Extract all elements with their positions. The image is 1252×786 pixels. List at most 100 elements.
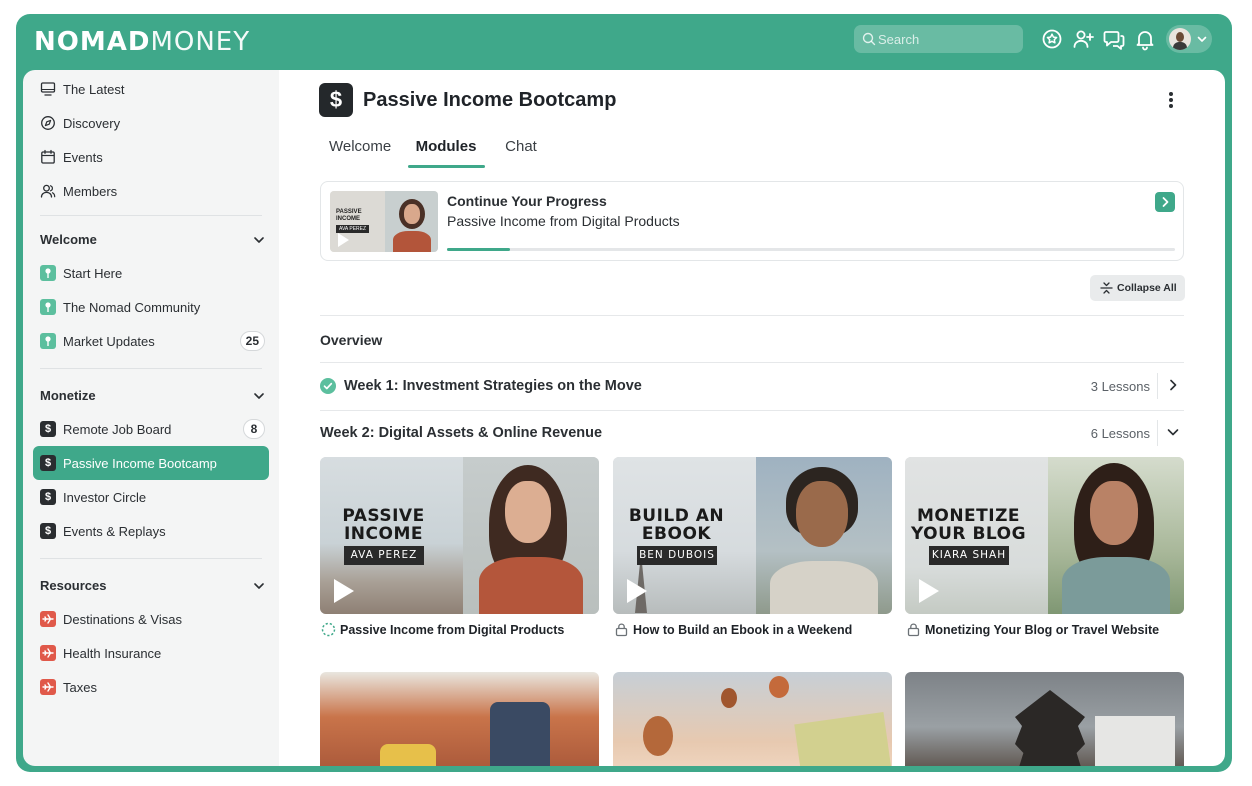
- lesson-thumbnail: BUILD AN EBOOK BEN DUBOIS: [613, 457, 892, 614]
- thumb-name-tag: BEN DUBOIS: [637, 546, 717, 565]
- sidebar-divider: [40, 558, 262, 559]
- sidebar-item-label: Remote Job Board: [63, 422, 172, 437]
- compass-icon: [41, 116, 55, 130]
- progress-title: Continue Your Progress: [447, 193, 607, 209]
- chevron-down-icon: [254, 583, 264, 589]
- main-content: $ Passive Income Bootcamp Welcome Module…: [279, 70, 1225, 766]
- dollar-icon: $: [40, 455, 56, 471]
- sidebar-item-start-here[interactable]: Start Here: [33, 256, 269, 290]
- thumb-line-1: MONETIZE: [916, 506, 1021, 526]
- castle-image: [1015, 690, 1085, 766]
- sidebar-item-discovery[interactable]: Discovery: [33, 106, 269, 140]
- week-title: Week 2: Digital Assets & Online Revenue: [320, 425, 603, 441]
- more-options-icon[interactable]: [1163, 90, 1179, 110]
- sidebar-item-investor-circle[interactable]: $ Investor Circle: [33, 480, 269, 514]
- section-header-monetize[interactable]: Monetize: [40, 386, 266, 406]
- lesson-thumbnail: MONETIZE YOUR BLOG KIARA SHAH: [905, 457, 1184, 614]
- sidebar-item-taxes[interactable]: Taxes: [33, 670, 269, 704]
- sidebar-item-events[interactable]: Events: [33, 140, 269, 174]
- sidebar: The Latest Discovery Events Members Welc…: [23, 70, 279, 766]
- sidebar-item-label: Taxes: [63, 680, 97, 695]
- lesson-count: 3 Lessons: [1090, 379, 1150, 394]
- separator: [1157, 373, 1158, 399]
- balloon-image: [721, 688, 737, 708]
- top-bar: NOMADMONEY: [16, 14, 1232, 70]
- plane-icon: [40, 645, 56, 661]
- collapse-all-label: Collapse All: [1117, 282, 1177, 294]
- chevron-down-icon: [254, 237, 264, 243]
- lesson-card[interactable]: [320, 672, 599, 766]
- brand-logo[interactable]: NOMADMONEY: [34, 27, 250, 57]
- passport-image: [1095, 716, 1175, 766]
- lock-icon: [907, 623, 920, 637]
- section-header-resources[interactable]: Resources: [40, 576, 266, 596]
- plane-icon: [40, 679, 56, 695]
- sidebar-item-destinations-visas[interactable]: Destinations & Visas: [33, 602, 269, 636]
- members-icon: [40, 184, 56, 198]
- sidebar-item-health-insurance[interactable]: Health Insurance: [33, 636, 269, 670]
- sidebar-item-label: The Latest: [63, 82, 125, 97]
- collapse-all-button[interactable]: Collapse All: [1090, 275, 1185, 301]
- lesson-title: How to Build an Ebook in a Weekend: [633, 623, 853, 637]
- page-title: Passive Income Bootcamp: [363, 89, 617, 111]
- app-window: NOMADMONEY The Latest Discovery Event: [16, 14, 1232, 772]
- thumb-name-tag: KIARA SHAH: [929, 546, 1009, 565]
- play-icon: [627, 579, 647, 603]
- dollar-icon: $: [40, 421, 56, 437]
- continue-button[interactable]: [1155, 192, 1175, 212]
- phone-image: [490, 702, 550, 766]
- user-menu[interactable]: [1166, 25, 1212, 53]
- overview-heading: Overview: [320, 332, 383, 348]
- week-title: Week 1: Investment Strategies on the Mov…: [344, 378, 642, 394]
- tab-welcome[interactable]: Welcome: [329, 138, 391, 168]
- search-box[interactable]: [854, 25, 1023, 53]
- in-progress-icon: [321, 622, 336, 637]
- messages-icon[interactable]: [1102, 27, 1126, 51]
- monitor-icon: [40, 82, 56, 96]
- balloon-image: [643, 716, 673, 756]
- sidebar-item-label: The Nomad Community: [63, 300, 201, 315]
- separator: [1157, 420, 1158, 446]
- thumb-name: AVA PEREZ: [336, 225, 370, 233]
- tab-chat[interactable]: Chat: [501, 138, 541, 168]
- sidebar-item-label: Health Insurance: [63, 646, 162, 661]
- dollar-icon: $: [40, 489, 56, 505]
- sidebar-item-remote-job-board[interactable]: $ Remote Job Board 8: [33, 412, 269, 446]
- sidebar-item-label: Members: [63, 184, 118, 199]
- chevron-down-icon: [1197, 36, 1207, 42]
- lesson-title: Passive Income from Digital Products: [340, 623, 565, 637]
- sidebar-item-label: Events: [63, 150, 103, 165]
- thumb-line-2: INCOME: [343, 524, 423, 544]
- sidebar-item-passive-income-bootcamp[interactable]: $ Passive Income Bootcamp: [33, 446, 269, 480]
- banknotes-image: [794, 712, 892, 766]
- logo-light-text: MONEY: [150, 27, 251, 57]
- sidebar-item-members[interactable]: Members: [33, 174, 269, 208]
- sidebar-item-the-latest[interactable]: The Latest: [33, 72, 269, 106]
- section-title: Monetize: [40, 388, 96, 403]
- search-input[interactable]: [878, 29, 1018, 49]
- lesson-card[interactable]: [613, 672, 892, 766]
- count-badge: 25: [239, 331, 265, 351]
- play-icon: [338, 233, 349, 247]
- logo-bold-text: NOMAD: [34, 27, 151, 57]
- section-header-welcome[interactable]: Welcome: [40, 230, 266, 250]
- section-title: Resources: [40, 578, 107, 593]
- add-user-icon[interactable]: [1071, 27, 1095, 51]
- sidebar-item-the-nomad-community[interactable]: The Nomad Community: [33, 290, 269, 324]
- play-icon: [919, 579, 939, 603]
- continue-progress-card[interactable]: PASSIVE INCOME AVA PEREZ Continue Your P…: [320, 181, 1184, 261]
- lesson-title: Monetizing Your Blog or Travel Website: [925, 623, 1160, 637]
- sidebar-item-events-replays[interactable]: $ Events & Replays: [33, 514, 269, 548]
- sidebar-item-market-updates[interactable]: Market Updates 25: [33, 324, 269, 358]
- tab-modules[interactable]: Modules: [415, 138, 477, 168]
- week-row[interactable]: Week 2: Digital Assets & Online Revenue …: [320, 410, 1184, 456]
- thumb-line-1: PASSIVE: [342, 506, 425, 526]
- star-badge-icon[interactable]: [1040, 27, 1064, 51]
- week-row[interactable]: Week 1: Investment Strategies on the Mov…: [320, 363, 1184, 409]
- sidebar-item-label: Market Updates: [63, 334, 155, 349]
- thumb-line-1: BUILD AN: [628, 506, 725, 526]
- bell-icon[interactable]: [1133, 27, 1157, 51]
- chevron-down-icon[interactable]: [1166, 425, 1180, 439]
- lesson-card[interactable]: [905, 672, 1184, 766]
- chevron-right-icon[interactable]: [1166, 378, 1180, 392]
